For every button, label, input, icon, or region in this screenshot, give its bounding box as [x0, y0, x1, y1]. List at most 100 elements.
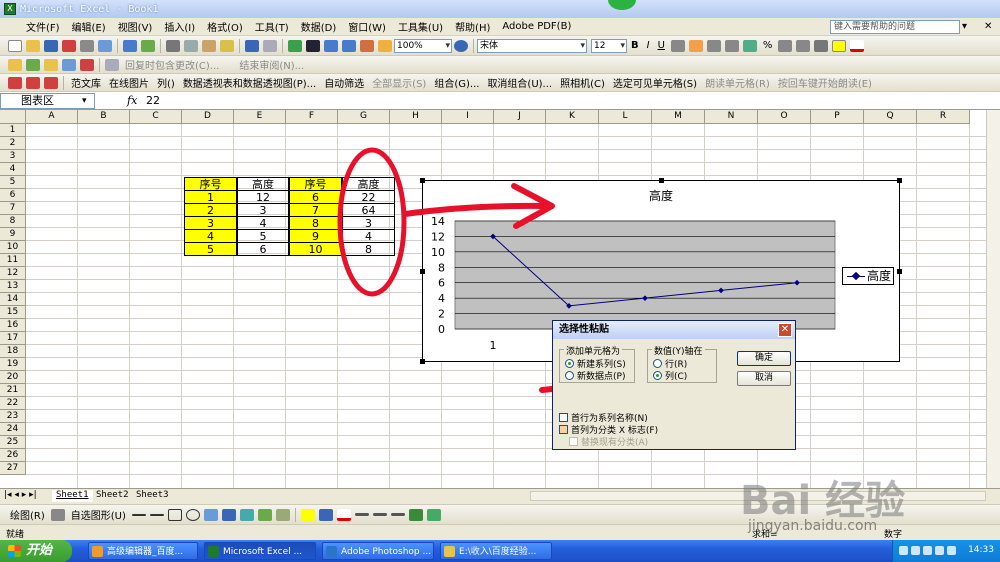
print-preview-icon[interactable]: [98, 39, 112, 52]
table-cell[interactable]: 3: [342, 216, 395, 230]
italic-button[interactable]: I: [647, 40, 650, 51]
fill-color-icon[interactable]: [832, 39, 847, 52]
autoshapes-button[interactable]: 自选图形(U): [71, 507, 126, 522]
merge-center-icon[interactable]: [724, 39, 739, 52]
copy-icon[interactable]: [184, 39, 198, 52]
track-changes-icon[interactable]: [105, 58, 119, 71]
font-color-icon[interactable]: [850, 39, 865, 52]
row-header[interactable]: 20: [0, 371, 26, 384]
name-box[interactable]: 图表区: [0, 93, 95, 109]
pdf-review-icon[interactable]: [44, 76, 58, 89]
borders-icon[interactable]: [814, 39, 829, 52]
tray-icon[interactable]: [935, 546, 944, 555]
column-header[interactable]: N: [705, 110, 758, 124]
folder-icon[interactable]: [44, 58, 58, 71]
font-color-icon[interactable]: [336, 508, 351, 521]
tray-icon[interactable]: [923, 546, 932, 555]
paste-icon[interactable]: [202, 39, 216, 52]
show-comments-icon[interactable]: [62, 58, 76, 71]
vertical-scrollbar[interactable]: [986, 110, 1000, 488]
row-header[interactable]: 3: [0, 150, 26, 163]
decimal-icon[interactable]: [778, 39, 793, 52]
diagram-icon[interactable]: [239, 508, 254, 521]
textbox-icon[interactable]: [203, 508, 218, 521]
rectangle-icon[interactable]: [167, 508, 182, 521]
menu-format[interactable]: 格式(O): [203, 19, 251, 34]
tray-icon[interactable]: [911, 546, 920, 555]
row-header[interactable]: 18: [0, 345, 26, 358]
table-cell[interactable]: 1: [184, 190, 237, 204]
format-painter-icon[interactable]: [220, 39, 234, 52]
tab-sheet1[interactable]: Sheet1: [52, 490, 93, 502]
close-icon[interactable]: ✕: [778, 323, 792, 337]
table-header-cell[interactable]: 高度: [237, 177, 289, 191]
comment-icon[interactable]: [26, 58, 40, 71]
indent-icon[interactable]: [796, 39, 811, 52]
dash-style-icon[interactable]: [372, 513, 387, 516]
menu-window[interactable]: 窗口(W): [344, 19, 394, 34]
research-icon[interactable]: [141, 39, 155, 52]
table-cell[interactable]: 64: [342, 203, 395, 217]
font-size-select[interactable]: 12: [591, 38, 627, 53]
draw-menu-button[interactable]: 绘图(R): [10, 507, 45, 522]
column-button[interactable]: 列(): [157, 75, 175, 90]
row-header[interactable]: 17: [0, 332, 26, 345]
chart-wizard-icon[interactable]: [360, 39, 374, 52]
radio-icon[interactable]: [653, 371, 662, 380]
select-objects-icon[interactable]: [50, 508, 65, 521]
bold-button[interactable]: B: [631, 40, 639, 51]
row-header[interactable]: 27: [0, 462, 26, 475]
menu-tools[interactable]: 工具(T): [251, 19, 297, 34]
row-header[interactable]: 26: [0, 449, 26, 462]
menu-view[interactable]: 视图(V): [114, 19, 161, 34]
arrow-icon[interactable]: [149, 513, 164, 516]
checkbox-icon[interactable]: [559, 425, 568, 434]
checkbox-replace-categories[interactable]: 替换现有分类(A): [569, 435, 648, 448]
ok-button[interactable]: 确定: [737, 351, 791, 366]
fill-color-icon[interactable]: [300, 508, 315, 521]
online-picture-button[interactable]: 在线图片: [109, 75, 149, 90]
hyperlink-icon[interactable]: [288, 39, 302, 52]
percent-button[interactable]: %: [763, 40, 773, 51]
chart-legend[interactable]: 高度: [842, 267, 894, 285]
align-center-icon[interactable]: [688, 39, 703, 52]
new-icon[interactable]: [8, 39, 22, 52]
close-workbook-icon[interactable]: ✕: [984, 21, 992, 32]
picture-icon[interactable]: [275, 508, 290, 521]
select-visible-button[interactable]: 选定可见单元格(S): [613, 75, 697, 90]
column-header[interactable]: K: [546, 110, 599, 124]
formula-input[interactable]: 22: [146, 94, 160, 107]
sheet-nav-arrows[interactable]: |◂ ◂ ▸ ▸|: [4, 490, 37, 500]
font-select[interactable]: 宋体: [477, 38, 587, 53]
row-header[interactable]: 9: [0, 228, 26, 241]
row-header[interactable]: 16: [0, 319, 26, 332]
open-icon[interactable]: [26, 39, 40, 52]
table-cell[interactable]: 10: [289, 242, 342, 256]
speak-on-enter-button[interactable]: 按回车键开始朗读(E): [778, 75, 872, 90]
pdf-icon[interactable]: [8, 76, 22, 89]
currency-icon[interactable]: [742, 39, 757, 52]
undo-icon[interactable]: [245, 39, 259, 52]
group-button[interactable]: 组合(G)...: [434, 75, 479, 90]
tab-sheet2[interactable]: Sheet2: [92, 490, 133, 502]
table-cell[interactable]: 9: [289, 229, 342, 243]
camera-button[interactable]: 照相机(C): [560, 75, 605, 90]
menu-toolset[interactable]: 工具集(U): [394, 19, 451, 34]
menu-help[interactable]: 帮助(H): [451, 19, 498, 34]
pdf-mail-icon[interactable]: [26, 76, 40, 89]
column-header[interactable]: D: [182, 110, 234, 124]
row-header[interactable]: 4: [0, 163, 26, 176]
table-header-cell[interactable]: 高度: [342, 177, 395, 191]
drawing-icon[interactable]: [378, 39, 392, 52]
oval-icon[interactable]: [185, 508, 200, 521]
column-header[interactable]: G: [338, 110, 390, 124]
table-cell[interactable]: 4: [237, 216, 289, 230]
row-header[interactable]: 1: [0, 124, 26, 137]
checkbox-icon[interactable]: [559, 413, 568, 422]
help-dropdown-icon[interactable]: ▾: [962, 21, 967, 32]
end-review-button[interactable]: 结束审阅(N)...: [239, 57, 304, 72]
table-header-cell[interactable]: 序号: [184, 177, 237, 191]
permission-icon[interactable]: [62, 39, 76, 52]
column-header[interactable]: F: [286, 110, 338, 124]
column-header[interactable]: M: [652, 110, 705, 124]
